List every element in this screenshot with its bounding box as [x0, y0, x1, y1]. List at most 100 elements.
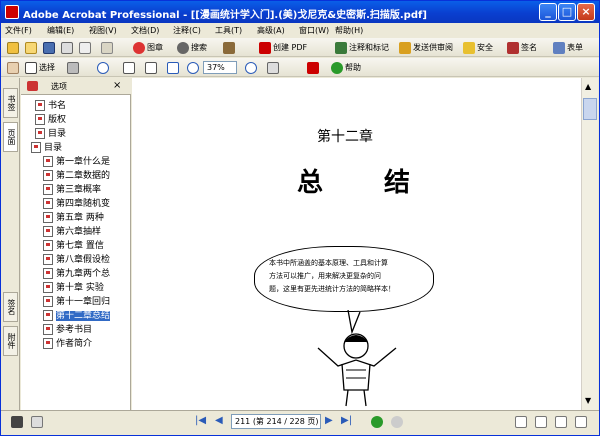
bookmark-item[interactable]: 书名 [35, 100, 129, 113]
hand-tool-icon[interactable] [7, 60, 21, 75]
zoom-in-icon[interactable] [97, 60, 111, 75]
single-page-icon[interactable] [515, 416, 527, 428]
scroll-up-icon[interactable]: ▲ [585, 82, 591, 91]
previous-page-button[interactable]: ◀ [215, 415, 223, 426]
speech-bubble: 本书中所涵盖的基本原理、工具和计算 方法可以推广，用来解决更复杂的问 题，这里有… [254, 246, 434, 312]
bookmark-item[interactable]: 作者简介 [43, 338, 129, 351]
bookmark-item[interactable]: 第十一章回归 [43, 296, 129, 309]
send-review-button[interactable]: 发送供审阅 [399, 40, 453, 55]
bookmark-panel-header: 选项 × [21, 78, 131, 95]
facing-icon[interactable] [555, 416, 567, 428]
vertical-scrollbar[interactable]: ▲ ▼ [581, 78, 598, 410]
bookmark-panel: 选项 × 书名 版权 目录 目录 第一章什么是 第二章数据的 第三章概率 第四章随机变 第五章 … [21, 78, 131, 410]
menu-help[interactable]: 帮助(H) [335, 25, 363, 36]
stamp-button[interactable]: 图章 [133, 40, 163, 55]
stamp-user-icon[interactable] [223, 40, 237, 55]
bookmark-item[interactable]: 第五章 两种 [43, 212, 129, 225]
print-icon[interactable] [61, 40, 75, 55]
secure-label: 安全 [477, 43, 493, 52]
bookmark-item[interactable]: 目录 [31, 142, 129, 155]
forms-label: 表单 [567, 43, 583, 52]
bookmark-item[interactable]: 第六章抽样 [43, 226, 129, 239]
new-doc-icon[interactable] [7, 40, 21, 55]
save-icon[interactable] [43, 40, 57, 55]
maximize-button[interactable]: □ [558, 3, 576, 21]
menu-view[interactable]: 视图(V) [89, 25, 117, 36]
snapshot-icon[interactable] [67, 60, 81, 75]
continuous-facing-icon[interactable] [575, 416, 587, 428]
go-forward-icon[interactable] [391, 416, 403, 428]
fit-width-icon[interactable] [167, 60, 181, 75]
rotate-icon[interactable] [267, 60, 281, 75]
bookmark-item[interactable]: 第二章数据的 [43, 170, 129, 183]
bookmark-item[interactable]: 第一章什么是 [43, 156, 129, 169]
layout-icon[interactable] [11, 416, 23, 428]
acrobat-app-icon [5, 5, 19, 19]
page-number-field[interactable]: 211 (第 214 / 228 页) [231, 414, 321, 429]
next-page-button[interactable]: ▶ [325, 415, 333, 426]
document-view[interactable]: 第十二章 总 结 本书中所涵盖的基本原理、工具和计算 方法可以推广，用来解决更复… [132, 78, 581, 410]
menu-advanced[interactable]: 高级(A) [257, 25, 285, 36]
page-icon [43, 170, 53, 181]
close-button[interactable]: × [577, 3, 595, 21]
tab-pages[interactable]: 页面 [3, 122, 18, 152]
bookmark-new-icon[interactable] [27, 81, 38, 91]
fit-page-icon[interactable] [145, 60, 159, 75]
last-page-button[interactable]: ▶| [341, 415, 352, 426]
go-back-icon[interactable] [371, 416, 383, 428]
tab-attachments[interactable]: 附件 [3, 326, 18, 356]
minimize-button[interactable]: _ [539, 3, 557, 21]
bookmark-item[interactable]: 第十章 实验 [43, 282, 129, 295]
close-panel-button[interactable]: × [113, 80, 121, 91]
chapter-title-char-1: 总 [297, 168, 324, 198]
open-icon[interactable] [25, 40, 39, 55]
bookmark-item[interactable]: 第十二章总结 [43, 310, 129, 323]
bookmark-label: 第七章 置信 [56, 241, 104, 251]
bookmark-item[interactable]: 第九章两个总 [43, 268, 129, 281]
menu-tools[interactable]: 工具(T) [215, 25, 242, 36]
menu-comments[interactable]: 注释(C) [173, 25, 201, 36]
continuous-icon[interactable] [535, 416, 547, 428]
scroll-thumb[interactable] [583, 98, 597, 120]
bookmark-item[interactable]: 目录 [35, 128, 129, 141]
search-button[interactable]: 搜索 [177, 40, 207, 55]
options-menu[interactable]: 选项 [51, 81, 67, 92]
page-size-icon[interactable] [31, 416, 43, 428]
zoom-level-input[interactable]: 37% [203, 61, 237, 74]
select-tool-button[interactable]: 选择 [25, 60, 55, 75]
bookmark-item[interactable]: 第八章假设检 [43, 254, 129, 267]
create-pdf-button[interactable]: 创建 PDF [259, 40, 307, 55]
bookmark-item[interactable]: 第七章 置信 [43, 240, 129, 253]
bookmark-label: 版权 [48, 115, 67, 125]
help-label: 帮助 [345, 63, 361, 72]
zoom-out-icon[interactable] [187, 60, 201, 75]
bookmark-label: 第九章两个总 [56, 269, 111, 279]
search-label: 搜索 [191, 43, 207, 52]
tab-bookmarks[interactable]: 书签 [3, 88, 18, 118]
menu-file[interactable]: 文件(F) [5, 25, 32, 36]
first-page-button[interactable]: |◀ [195, 415, 206, 426]
actual-size-icon[interactable] [123, 60, 137, 75]
secure-button[interactable]: 安全 [463, 40, 493, 55]
bookmark-item[interactable]: 第三章概率 [43, 184, 129, 197]
menu-document[interactable]: 文档(D) [131, 25, 159, 36]
help-button[interactable]: 帮助 [331, 60, 361, 75]
sign-button[interactable]: 签名 [507, 40, 537, 55]
organize-icon[interactable] [101, 40, 115, 55]
forms-button[interactable]: 表单 [553, 40, 583, 55]
scroll-down-icon[interactable]: ▼ [585, 396, 591, 405]
comment-button[interactable]: 注释和标记 [335, 40, 389, 55]
bookmark-item[interactable]: 参考书目 [43, 324, 129, 337]
menu-window[interactable]: 窗口(W) [299, 25, 329, 36]
bookmark-item[interactable]: 版权 [35, 114, 129, 127]
zoom-plus-icon[interactable] [245, 60, 259, 75]
sign-label: 签名 [521, 43, 537, 52]
create-pdf-label: 创建 PDF [273, 43, 308, 52]
toolbar-basic: 选择 37% 帮助 [1, 58, 599, 77]
menu-edit[interactable]: 编辑(E) [47, 25, 74, 36]
yahoo-icon[interactable] [307, 60, 321, 75]
bookmark-item[interactable]: 第四章随机变 [43, 198, 129, 211]
email-icon[interactable] [79, 40, 93, 55]
tab-signatures[interactable]: 签名 [3, 292, 18, 322]
page-icon [43, 282, 53, 293]
